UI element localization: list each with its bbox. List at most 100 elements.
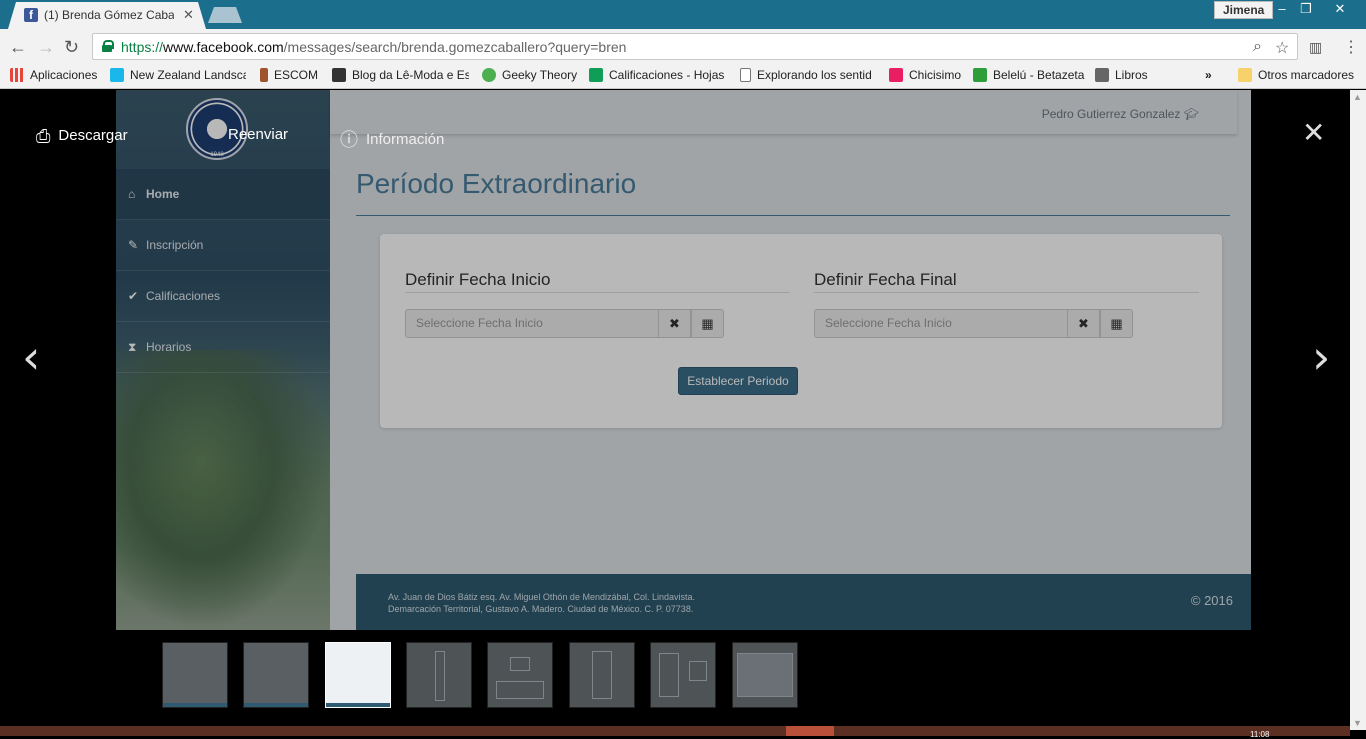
user-header: Pedro Gutierrez Gonzalez 🎓︎: [330, 90, 1237, 134]
page-scrollbar[interactable]: ▲ ▼: [1350, 90, 1366, 730]
chicisimo-icon: [889, 68, 903, 82]
period-card: Definir Fecha Inicio Seleccione Fecha In…: [380, 234, 1222, 428]
back-icon[interactable]: ←: [9, 37, 27, 58]
browser-toolbar: ← → ↻ https://www.facebook.com/messages/…: [0, 29, 1366, 64]
next-photo-icon[interactable]: ›: [1312, 330, 1330, 384]
lock-icon: [102, 40, 114, 52]
check-icon: ✔: [128, 289, 139, 303]
folder-icon: [1238, 68, 1252, 82]
star-icon[interactable]: ☆: [1275, 38, 1289, 58]
edit-icon: ✎: [128, 238, 139, 252]
sidebar-item-inscripcion[interactable]: ✎ Inscripción: [116, 220, 330, 271]
blog-icon: [332, 68, 346, 82]
taskbar-clock: 11:08: [1250, 730, 1270, 739]
download-button[interactable]: ⎙ Descargar: [36, 126, 128, 147]
window-close-icon[interactable]: ✕: [1326, 0, 1354, 18]
start-date-clear-icon[interactable]: ✖: [658, 309, 691, 338]
escom-icon: [260, 68, 268, 82]
app-sidebar: 1948 ⌂ Home ✎ Inscripción ✔ Calificacion…: [116, 90, 330, 630]
browser-tab[interactable]: f (1) Brenda Gómez Caballero ✕: [8, 2, 206, 29]
apps-grid-icon: [10, 68, 24, 82]
betazeta-icon: [973, 68, 987, 82]
footer-copyright: © 2016: [1190, 593, 1233, 608]
profile-button[interactable]: Jimena: [1214, 1, 1274, 19]
hourglass-icon: ⧗: [128, 340, 137, 354]
bookmark-new-zealand[interactable]: New Zealand Landsca: [110, 68, 246, 82]
end-date-calendar-icon[interactable]: ▦: [1100, 309, 1133, 338]
sidebar-item-horarios[interactable]: ⧗ Horarios: [116, 322, 330, 373]
page-title: Período Extraordinario: [356, 168, 637, 199]
home-icon: ⌂: [128, 187, 136, 201]
bookmarks-bar: Aplicaciones New Zealand Landsca ESCOM B…: [0, 64, 1366, 89]
thumbnail-2[interactable]: [243, 642, 309, 708]
reload-icon[interactable]: ↻: [64, 37, 79, 58]
os-taskbar: [0, 726, 1350, 736]
address-bar[interactable]: https://www.facebook.com/messages/search…: [92, 33, 1298, 60]
start-date-input[interactable]: Seleccione Fecha Inicio: [405, 309, 659, 338]
thumbnail-7[interactable]: [650, 642, 716, 708]
books-icon: [1095, 68, 1109, 82]
bookmark-explorando[interactable]: Explorando los sentid: [740, 68, 874, 82]
thumbnail-8[interactable]: [732, 642, 798, 708]
start-date-calendar-icon[interactable]: ▦: [691, 309, 724, 338]
thumbnail-3[interactable]: [325, 642, 391, 708]
bookmark-belelu[interactable]: Belelú - Betazeta: [973, 68, 1084, 82]
facebook-icon: f: [24, 8, 38, 22]
bookmark-blog[interactable]: Blog da Lê-Moda e Es: [332, 68, 469, 82]
bookmark-geeky-theory[interactable]: Geeky Theory: [482, 68, 577, 82]
tab-title: (1) Brenda Gómez Caballero: [44, 8, 174, 22]
thumbnail-5[interactable]: [487, 642, 553, 708]
tab-close-icon[interactable]: ✕: [183, 7, 194, 23]
more-bookmarks-icon[interactable]: »: [1205, 68, 1212, 82]
app-footer: Av. Juan de Dios Bátiz esq. Av. Miguel O…: [356, 574, 1251, 630]
end-date-input[interactable]: Seleccione Fecha Inicio: [814, 309, 1068, 338]
forward-button[interactable]: Reenviar: [228, 126, 288, 143]
taskbar-active-app[interactable]: [786, 726, 834, 736]
sidebar-item-home[interactable]: ⌂ Home: [116, 169, 330, 220]
graduation-cap-icon: 🎓︎: [1183, 107, 1199, 121]
thumbnail-strip: [0, 630, 1350, 726]
restore-icon[interactable]: ❐: [1292, 0, 1320, 18]
page-icon: [740, 68, 751, 82]
previous-photo-icon[interactable]: ‹: [22, 330, 40, 384]
bookmark-chicisimo[interactable]: Chicisimo: [889, 68, 961, 82]
end-date-clear-icon[interactable]: ✖: [1067, 309, 1100, 338]
geeky-theory-icon: [482, 68, 496, 82]
sidebar-item-calificaciones[interactable]: ✔ Calificaciones: [116, 271, 330, 322]
forward-icon[interactable]: →: [37, 37, 55, 58]
thumbnail-4[interactable]: [406, 642, 472, 708]
scroll-down-icon[interactable]: ▼: [1353, 718, 1362, 728]
photo-image: 1948 ⌂ Home ✎ Inscripción ✔ Calificacion…: [116, 90, 1251, 630]
info-icon: ⓘ: [340, 130, 358, 150]
menu-icon[interactable]: ⋮: [1343, 37, 1359, 57]
zoom-icon[interactable]: ⌕: [1253, 38, 1262, 56]
end-date-divider: [814, 292, 1199, 293]
start-date-divider: [405, 292, 790, 293]
bookmark-apps[interactable]: Aplicaciones: [10, 68, 97, 82]
tab-bar: f (1) Brenda Gómez Caballero ✕ Jimena – …: [0, 0, 1366, 29]
new-tab-button[interactable]: [208, 7, 242, 23]
vimeo-icon: [110, 68, 124, 82]
thumbnail-1[interactable]: [162, 642, 228, 708]
bookmark-other[interactable]: Otros marcadores: [1238, 68, 1354, 82]
footer-address: Av. Juan de Dios Bátiz esq. Av. Miguel O…: [388, 592, 696, 614]
photo-viewer: 1948 ⌂ Home ✎ Inscripción ✔ Calificacion…: [0, 90, 1350, 630]
title-divider: [356, 215, 1230, 216]
start-date-title: Definir Fecha Inicio: [405, 270, 551, 289]
sheets-icon: [589, 68, 603, 82]
close-viewer-icon[interactable]: ✕: [1302, 116, 1325, 149]
extension-icon[interactable]: ▥: [1309, 39, 1322, 56]
bookmark-calificaciones[interactable]: Calificaciones - Hojas: [589, 68, 724, 82]
url-text: https://www.facebook.com/messages/search…: [121, 39, 627, 55]
scroll-up-icon[interactable]: ▲: [1353, 92, 1362, 102]
info-button[interactable]: ⓘ Información: [340, 126, 444, 152]
bookmark-libros[interactable]: Libros: [1095, 68, 1148, 82]
bookmark-escom[interactable]: ESCOM: [260, 68, 318, 82]
download-icon: ⎙: [36, 126, 51, 146]
app-main: Pedro Gutierrez Gonzalez 🎓︎ Período Extr…: [330, 90, 1251, 630]
establecer-periodo-button[interactable]: Establecer Periodo: [678, 367, 798, 395]
end-date-title: Definir Fecha Final: [814, 270, 957, 289]
thumbnail-6[interactable]: [569, 642, 635, 708]
user-name[interactable]: Pedro Gutierrez Gonzalez 🎓︎: [1042, 107, 1199, 121]
campus-background: [116, 350, 330, 630]
